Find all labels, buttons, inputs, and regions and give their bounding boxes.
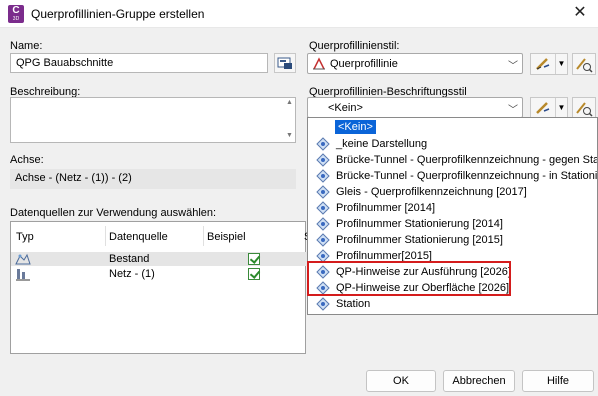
magnify-brush-icon xyxy=(576,102,593,117)
scroll-down-icon[interactable]: ▼ xyxy=(286,132,293,139)
highlight-annotation-box xyxy=(307,261,511,296)
label-style-icon xyxy=(316,217,330,231)
name-input[interactable]: QPG Bauabschnitte xyxy=(10,53,268,73)
pen-icon xyxy=(536,102,550,114)
label-style-preview-button[interactable] xyxy=(572,97,596,119)
label-style-value: <Kein> xyxy=(328,102,363,114)
style-icon xyxy=(313,57,325,70)
sample-checkbox[interactable] xyxy=(248,268,260,280)
chevron-down-icon: ﹀ xyxy=(508,105,518,116)
dropdown-option[interactable]: Gleis - Querprofilkennzeichnung [2017] xyxy=(308,184,597,200)
window-title: Querprofillinien-Gruppe erstellen xyxy=(31,7,205,21)
col-header-source[interactable]: Datenquelle xyxy=(109,231,168,243)
label-style-icon xyxy=(316,233,330,247)
axis-label: Achse: xyxy=(10,154,44,166)
section-style-value: Querprofillinie xyxy=(330,58,398,70)
dropdown-option[interactable]: Profilnummer Stationierung [2014] xyxy=(308,216,597,232)
chevron-down-icon: ﹀ xyxy=(508,61,518,72)
pen-icon xyxy=(536,58,550,70)
source-name: Netz - (1) xyxy=(109,268,155,280)
dropdown-option[interactable]: Brücke-Tunnel - Querprofilkennzeichnung … xyxy=(308,152,597,168)
style-preview-button[interactable] xyxy=(572,53,596,75)
magnify-brush-icon xyxy=(576,58,593,73)
label-style-icon xyxy=(316,185,330,199)
col-header-sample[interactable]: Beispiel xyxy=(207,231,246,243)
title-bar: C 3D Querprofillinien-Gruppe erstellen ✕ xyxy=(0,0,598,28)
close-icon[interactable]: ✕ xyxy=(570,3,590,23)
cancel-button[interactable]: Abbrechen xyxy=(443,370,515,392)
table-row[interactable]: Netz - (1) xyxy=(11,267,307,281)
dropdown-option[interactable]: <Kein> xyxy=(308,120,597,136)
description-textarea[interactable] xyxy=(10,97,296,143)
label-style-icon xyxy=(316,153,330,167)
axis-value: Achse - (Netz - (1)) - (2) xyxy=(10,169,296,189)
label-style-icon xyxy=(316,137,330,151)
edit-style-button[interactable]: ▼ xyxy=(530,53,568,75)
section-style-select[interactable]: Querprofillinie ﹀ xyxy=(307,53,523,74)
dropdown-option[interactable]: _keine Darstellung xyxy=(308,136,597,152)
name-template-icon xyxy=(277,57,292,69)
dropdown-option[interactable]: Station xyxy=(308,296,597,312)
scroll-up-icon[interactable]: ▲ xyxy=(286,99,293,106)
chevron-down-icon[interactable]: ▼ xyxy=(555,54,567,74)
sources-label: Datenquellen zur Verwendung auswählen: xyxy=(10,207,217,219)
surface-icon xyxy=(15,253,31,265)
corridor-icon xyxy=(16,269,30,281)
sources-table: Typ Datenquelle Beispiel S Bestand Netz … xyxy=(10,221,311,354)
help-button[interactable]: Hilfe xyxy=(522,370,594,392)
sample-checkbox[interactable] xyxy=(248,253,260,265)
ok-button[interactable]: OK xyxy=(366,370,436,392)
dropdown-option[interactable]: Profilnummer [2014] xyxy=(308,200,597,216)
dropdown-option[interactable]: Brücke-Tunnel - Querprofilkennzeichnung … xyxy=(308,168,597,184)
label-style-select[interactable]: <Kein> ﹀ xyxy=(307,97,523,118)
pick-name-button[interactable] xyxy=(274,53,296,73)
name-label: Name: xyxy=(10,40,43,52)
chevron-down-icon[interactable]: ▼ xyxy=(555,98,567,118)
edit-label-style-button[interactable]: ▼ xyxy=(530,97,568,119)
label-style-icon xyxy=(316,297,330,311)
civil3d-app-icon: C 3D xyxy=(8,5,24,23)
label-style-icon xyxy=(316,169,330,183)
table-row[interactable]: Bestand xyxy=(11,252,307,266)
section-style-label: Querprofillinienstil: xyxy=(309,40,400,52)
dropdown-option[interactable]: Profilnummer Stationierung [2015] xyxy=(308,232,597,248)
label-style-icon xyxy=(316,201,330,215)
source-name: Bestand xyxy=(109,253,150,265)
col-header-type[interactable]: Typ xyxy=(16,231,34,243)
